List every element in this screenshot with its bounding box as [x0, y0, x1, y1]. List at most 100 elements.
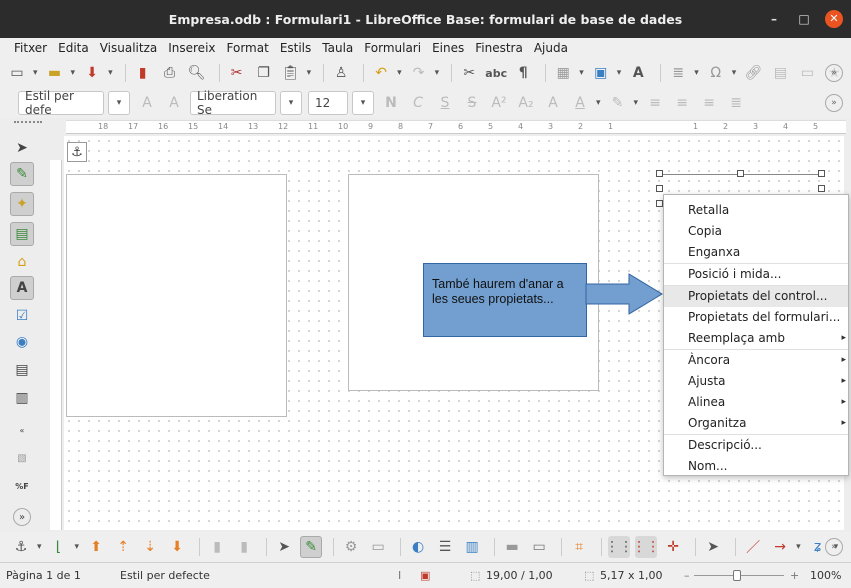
to-background-icon[interactable]: ▮	[233, 536, 255, 558]
font-name-dropdown[interactable]: ▾	[280, 91, 302, 115]
paste-icon[interactable]: 📋︎	[280, 62, 302, 84]
zoom-level[interactable]: 100%	[810, 569, 841, 582]
activation-order-icon[interactable]: ◐	[407, 536, 429, 558]
anchor-icon[interactable]: ⚓	[10, 536, 32, 558]
insert-table-icon[interactable]: ▦	[552, 62, 574, 84]
new-style-icon[interactable]: A	[163, 92, 185, 114]
text-box-icon[interactable]: A	[10, 276, 34, 300]
page-indicator[interactable]: Pàgina 1 de 1	[6, 569, 81, 582]
select-pointer-icon[interactable]: ➤	[273, 536, 295, 558]
formatting-marks-icon[interactable]: ¶	[512, 62, 534, 84]
form-properties-icon[interactable]: ▭	[367, 536, 389, 558]
menu-insereix[interactable]: Insereix	[168, 41, 215, 55]
toolbar-overflow-icon[interactable]: »	[825, 538, 843, 556]
chevron-down-icon[interactable]: ▾	[634, 98, 639, 108]
form-navigator-icon[interactable]: ▤	[10, 222, 34, 246]
menu-item-posicio-mida[interactable]: Posició i mida...	[664, 264, 848, 285]
zoom-slider-handle[interactable]	[733, 570, 741, 581]
toolbar-overflow-icon[interactable]: »	[825, 64, 843, 82]
font-size-combo[interactable]: 12	[308, 91, 348, 115]
justify-icon[interactable]: ≣	[725, 92, 747, 114]
menu-estils[interactable]: Estils	[280, 41, 311, 55]
print-icon[interactable]: ⎙	[159, 62, 181, 84]
paragraph-style-dropdown[interactable]: ▾	[108, 91, 130, 115]
menu-item-copia[interactable]: Copia	[664, 221, 848, 242]
menu-finestra[interactable]: Finestra	[475, 41, 523, 55]
align-right-icon[interactable]: ≡	[698, 92, 720, 114]
vertical-ruler[interactable]	[50, 160, 62, 530]
insert-line-icon[interactable]: ／	[742, 536, 764, 558]
form-frame-left[interactable]	[66, 174, 287, 417]
chevron-down-icon[interactable]: ▾	[435, 68, 440, 78]
select-pointer-icon[interactable]: ➤	[10, 136, 34, 160]
spelling-icon[interactable]: abc	[485, 62, 507, 84]
chevron-down-icon[interactable]: ▾	[307, 68, 312, 78]
menu-format[interactable]: Format	[227, 41, 269, 55]
crop-icon[interactable]: ⌗	[568, 536, 590, 558]
chevron-down-icon[interactable]: ▾	[33, 68, 38, 78]
highlight-icon[interactable]: ✎	[607, 92, 629, 114]
menu-item-reemplaca-amb[interactable]: Reemplaça amb ▸	[664, 328, 848, 349]
selection-handle[interactable]	[818, 170, 825, 177]
toolbar-overflow-icon[interactable]: »	[13, 508, 31, 526]
anchor-icon[interactable]: ⚓	[67, 142, 87, 162]
align-center-icon[interactable]: ≡	[671, 92, 693, 114]
print-preview-icon[interactable]: 🔍︎	[186, 62, 208, 84]
control-properties-icon[interactable]: ⚙	[340, 536, 362, 558]
toolbar-overflow-icon[interactable]: »	[825, 94, 843, 112]
align-left-icon[interactable]: ≡	[644, 92, 666, 114]
to-foreground-icon[interactable]: ▮	[206, 536, 228, 558]
chevron-down-icon[interactable]: ▾	[75, 542, 80, 552]
menu-fitxer[interactable]: Fitxer	[14, 41, 47, 55]
backward-one-icon[interactable]: ⇣	[139, 536, 161, 558]
combo-box-icon[interactable]: ▥	[10, 386, 34, 410]
add-field-icon[interactable]: ☰	[434, 536, 456, 558]
design-mode-icon[interactable]: ✎	[300, 536, 323, 558]
menu-item-ajusta[interactable]: Ajusta ▸	[664, 371, 848, 392]
checkbox-icon[interactable]: ☑	[10, 304, 34, 328]
copy-icon[interactable]: ❐	[253, 62, 275, 84]
export-pdf-icon[interactable]: ▮	[132, 62, 154, 84]
selection-handle[interactable]	[818, 185, 825, 192]
zoom-in-icon[interactable]: +	[790, 569, 799, 582]
save-icon[interactable]: ⬇	[81, 62, 103, 84]
wrap-icon[interactable]: ⌊	[48, 536, 70, 558]
superscript-icon[interactable]: A²	[488, 92, 510, 114]
selection-handle[interactable]	[656, 200, 663, 207]
menu-item-ancora[interactable]: Àncora ▸	[664, 350, 848, 371]
close-button[interactable]: ✕	[825, 10, 843, 28]
menu-taula[interactable]: Taula	[322, 41, 353, 55]
chevron-down-icon[interactable]: ▾	[732, 68, 737, 78]
send-to-back-icon[interactable]: ⬇	[166, 536, 188, 558]
horizontal-ruler[interactable]: 18 17 16 15 14 13 12 11 10 9 8 7 6 5 4 3 2 1 1 2 3 4 5	[66, 120, 846, 134]
chevron-down-icon[interactable]: ▾	[37, 542, 42, 552]
paragraph-style-combo[interactable]: Estil per defe	[18, 89, 104, 117]
form-navigator-icon[interactable]: ▥	[461, 536, 483, 558]
show-grid-icon[interactable]: ⋮⋮	[605, 536, 633, 558]
menu-ajuda[interactable]: Ajuda	[534, 41, 568, 55]
italic-icon[interactable]: C	[407, 92, 429, 114]
menu-visualitza[interactable]: Visualitza	[100, 41, 158, 55]
menu-item-retalla[interactable]: Retalla	[664, 200, 848, 221]
menu-item-descripcio[interactable]: Descripció...	[664, 435, 848, 456]
design-mode-icon[interactable]: ✎	[10, 162, 34, 186]
menu-item-enganxa[interactable]: Enganxa	[664, 242, 848, 263]
push-button-icon[interactable]: «	[10, 418, 34, 442]
menu-edita[interactable]: Edita	[58, 41, 89, 55]
hyperlink-icon[interactable]: 🔗︎	[742, 62, 764, 84]
image-button-icon[interactable]: ▧	[10, 446, 34, 470]
snap-to-grid-icon[interactable]: ⋮⋮	[632, 536, 660, 558]
page-style-indicator[interactable]: Estil per defecte	[120, 569, 210, 582]
open-in-design-mode-icon[interactable]: ▬	[501, 536, 523, 558]
selection-handle[interactable]	[656, 170, 663, 177]
menu-item-propietats-formulari[interactable]: Propietats del formulari...	[664, 307, 848, 328]
selection-handle[interactable]	[737, 170, 744, 177]
clone-formatting-icon[interactable]: ♙	[330, 62, 352, 84]
strikethrough-icon[interactable]: S	[461, 92, 483, 114]
bold-icon[interactable]: N	[380, 92, 402, 114]
chevron-down-icon[interactable]: ▾	[71, 68, 76, 78]
font-name-combo[interactable]: Liberation Se	[190, 89, 276, 117]
select-icon[interactable]: ➤	[702, 536, 724, 558]
new-document-icon[interactable]: ▭	[6, 62, 28, 84]
list-box-icon[interactable]: ▤	[10, 358, 34, 382]
